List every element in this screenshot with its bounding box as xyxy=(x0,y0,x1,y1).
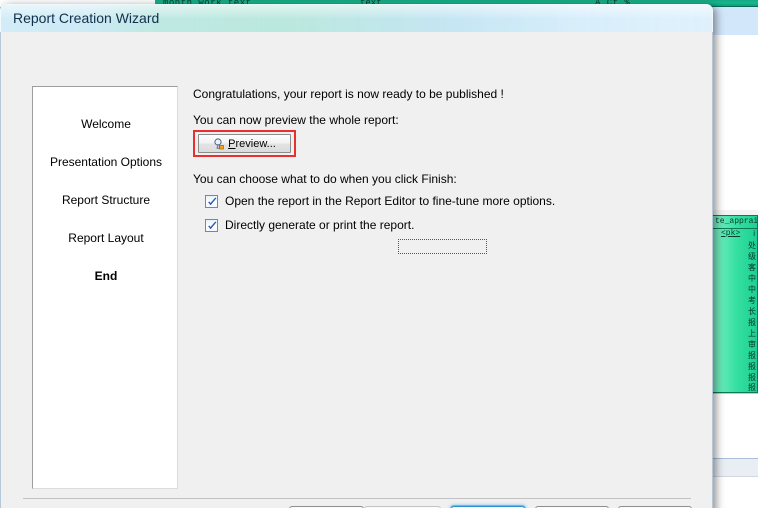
sidebar-item-welcome[interactable]: Welcome xyxy=(33,117,179,131)
sidebar-item-end[interactable]: End xyxy=(33,269,179,283)
preview-magnifier-icon xyxy=(213,137,225,150)
dialog-title: Report Creation Wizard xyxy=(13,10,160,26)
diagram-column: 报 xyxy=(748,351,756,360)
background-right-status-strip xyxy=(706,458,758,476)
checkbox-directly-print-row[interactable]: Directly generate or print the report. xyxy=(205,218,414,232)
background-right-lower-pane xyxy=(706,393,758,458)
diagram-pk-label: <pk> xyxy=(721,229,741,238)
preview-button-label: Preview... xyxy=(228,137,276,150)
check-icon xyxy=(208,221,217,229)
congratulations-text: Congratulations, your report is now read… xyxy=(193,87,504,101)
diagram-column: 客 xyxy=(748,263,756,272)
diagram-column: 中 xyxy=(748,274,756,283)
preview-prompt-text: You can now preview the whole report: xyxy=(193,113,399,127)
diagram-column: 级 xyxy=(748,252,756,261)
sidebar-item-report-structure[interactable]: Report Structure xyxy=(33,193,179,207)
diagram-column: 报 xyxy=(748,383,756,392)
diagram-column: 处 xyxy=(748,241,756,250)
checkbox-directly-print-label: Directly generate or print the report. xyxy=(225,218,415,232)
screen-root: month work text text A Ct % no row list … xyxy=(0,0,758,508)
report-creation-wizard-dialog: Report Creation Wizard Welcome Presentat… xyxy=(0,4,713,508)
diagram-column: 报 xyxy=(748,362,756,371)
diagram-column: 上 xyxy=(748,329,756,338)
wizard-step-list: Welcome Presentation Options Report Stru… xyxy=(32,86,178,489)
diagram-column: 长 xyxy=(748,307,756,316)
diagram-column: 考 xyxy=(748,296,756,305)
sidebar-item-report-layout[interactable]: Report Layout xyxy=(33,231,179,245)
checkbox-open-report-editor[interactable] xyxy=(205,194,218,208)
diagram-table-title: te_apprais xyxy=(715,217,758,226)
preview-button-focus-ring xyxy=(398,239,487,254)
dialog-titlebar[interactable]: Report Creation Wizard xyxy=(0,4,713,32)
checkbox-open-report-editor-row[interactable]: Open the report in the Report Editor to … xyxy=(205,194,555,208)
background-diagram-table: te_apprais <pk> i 处 级 客 中 中 考 长 报 上 审 报 … xyxy=(712,215,758,393)
diagram-column: 中 xyxy=(748,285,756,294)
diagram-column: 报 xyxy=(748,318,756,327)
checkbox-open-report-editor-label: Open the report in the Report Editor to … xyxy=(225,194,556,208)
check-icon xyxy=(208,197,217,205)
preview-button[interactable]: Preview... xyxy=(198,134,487,254)
dialog-body: Welcome Presentation Options Report Stru… xyxy=(0,32,713,508)
checkbox-directly-print[interactable] xyxy=(205,218,218,232)
button-bar-separator xyxy=(23,498,691,499)
diagram-pk-type: i xyxy=(753,229,755,238)
diagram-column: 审 xyxy=(748,340,756,349)
choose-prompt-text: You can choose what to do when you click… xyxy=(193,172,457,186)
sidebar-item-presentation-options[interactable]: Presentation Options xyxy=(33,155,179,169)
